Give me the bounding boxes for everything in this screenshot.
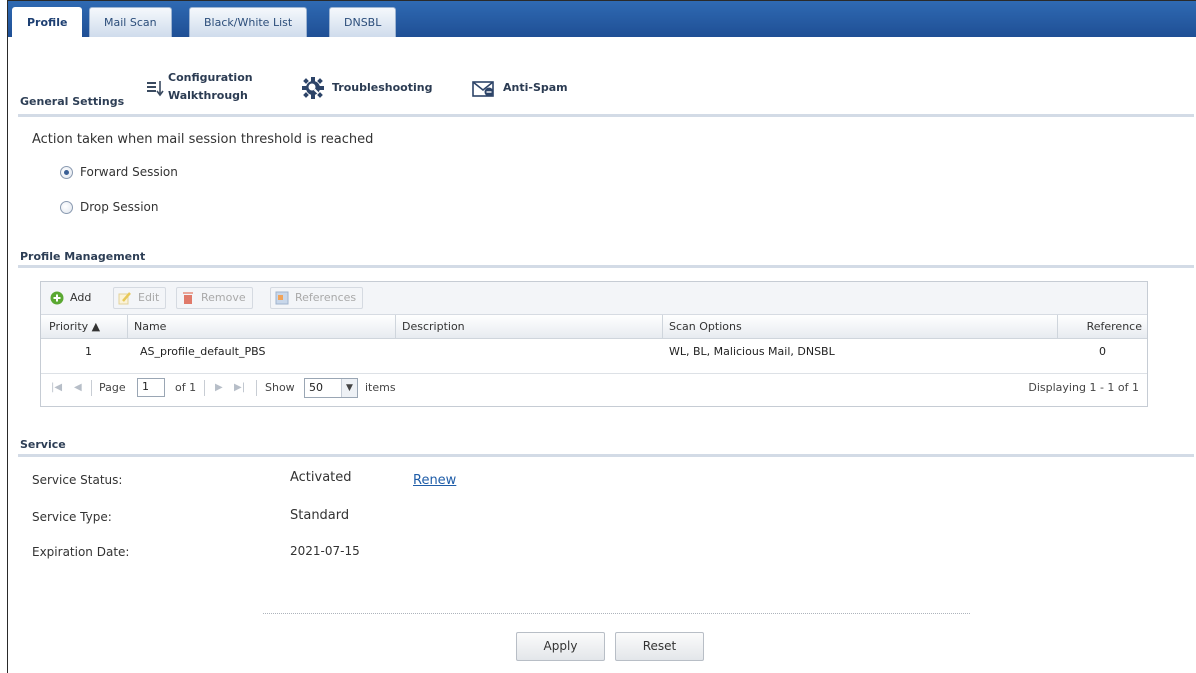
remove-button[interactable]: Remove	[176, 287, 253, 309]
app-frame: Profile Mail Scan Black/White List DNSBL…	[7, 0, 1196, 673]
gear-icon	[302, 77, 324, 99]
chevron-down-icon: ▼	[341, 379, 357, 397]
expiration-date-label: Expiration Date:	[32, 545, 130, 559]
expiration-date-value: 2021-07-15	[290, 544, 360, 558]
cell-scan-options: WL, BL, Malicious Mail, DNSBL	[669, 345, 835, 358]
apply-button[interactable]: Apply	[516, 632, 605, 661]
drop-session-label: Drop Session	[80, 200, 159, 214]
pager-separator	[91, 380, 92, 396]
cell-name: AS_profile_default_PBS	[140, 345, 266, 358]
references-icon	[275, 291, 289, 305]
add-label: Add	[70, 291, 92, 304]
config-label-line2: Walkthrough	[168, 89, 248, 102]
tab-bar: Profile Mail Scan Black/White List DNSBL	[8, 1, 1196, 37]
page-size-select[interactable]: 50 ▼	[304, 378, 358, 398]
service-status-label: Service Status:	[32, 473, 123, 487]
trash-icon	[183, 292, 193, 304]
tab-black-white-list[interactable]: Black/White List	[189, 7, 308, 37]
page-label: Page	[99, 381, 126, 394]
general-settings-title: General Settings	[20, 95, 125, 108]
config-label-line1: Configuration	[168, 71, 253, 84]
profile-grid: Add Edit Remove References Priority ▲ Na…	[40, 281, 1148, 407]
action-description: Action taken when mail session threshold…	[32, 132, 374, 147]
edit-button[interactable]: Edit	[113, 287, 167, 309]
forward-session-option[interactable]: Forward Session	[60, 165, 178, 179]
display-count: Displaying 1 - 1 of 1	[1028, 381, 1139, 394]
troubleshooting-button[interactable]: Troubleshooting	[302, 77, 452, 99]
items-label: items	[365, 381, 396, 394]
page-count-label: of 1	[175, 381, 197, 394]
pager-separator	[256, 380, 257, 396]
edit-icon	[118, 292, 131, 305]
col-reference[interactable]: Reference	[1058, 315, 1148, 339]
drop-session-radio[interactable]	[60, 200, 73, 214]
grid-header: Priority ▲ Name Description Scan Options…	[41, 315, 1147, 339]
tab-mail-scan[interactable]: Mail Scan	[89, 7, 172, 37]
add-button[interactable]: Add	[45, 287, 98, 309]
last-page-icon[interactable]: ▶|	[234, 382, 245, 393]
profile-management-title: Profile Management	[20, 250, 146, 263]
anti-spam-button[interactable]: Anti-Spam	[472, 77, 572, 99]
forward-session-label: Forward Session	[80, 165, 178, 179]
troubleshooting-label: Troubleshooting	[332, 81, 433, 94]
drop-session-option[interactable]: Drop Session	[60, 200, 158, 214]
list-arrow-icon	[147, 81, 164, 97]
cell-priority: 1	[85, 345, 92, 358]
section-divider	[18, 114, 1194, 117]
cell-reference: 0	[1099, 345, 1106, 358]
first-page-icon[interactable]: |◀	[51, 382, 62, 393]
renew-link[interactable]: Renew	[413, 473, 456, 488]
anti-spam-label: Anti-Spam	[503, 81, 568, 94]
service-type-value: Standard	[290, 508, 350, 523]
references-button[interactable]: References	[270, 287, 364, 309]
footer-divider	[263, 613, 970, 614]
col-priority[interactable]: Priority ▲	[41, 315, 128, 339]
edit-label: Edit	[138, 291, 160, 304]
page-size-value: 50	[309, 381, 323, 394]
tab-profile[interactable]: Profile	[12, 7, 83, 37]
table-row[interactable]: 1 AS_profile_default_PBS WL, BL, Malicio…	[41, 340, 1147, 364]
col-description[interactable]: Description	[396, 315, 663, 339]
col-name[interactable]: Name	[128, 315, 396, 339]
references-label: References	[295, 291, 357, 304]
pager-separator	[204, 380, 205, 396]
section-divider	[18, 265, 1194, 268]
service-status-value: Activated	[290, 470, 352, 485]
pagination-bar: |◀ ◀ Page 1 of 1 ▶ ▶| Show 50 ▼ items Di…	[41, 373, 1147, 401]
reset-button[interactable]: Reset	[615, 632, 704, 661]
col-scan-options[interactable]: Scan Options	[663, 315, 1058, 339]
service-type-label: Service Type:	[32, 510, 112, 524]
grid-toolbar: Add Edit Remove References	[41, 282, 1147, 315]
mail-icon	[472, 81, 494, 97]
section-divider	[18, 454, 1194, 457]
prev-page-icon[interactable]: ◀	[74, 382, 82, 393]
service-title: Service	[20, 438, 66, 451]
tab-dnsbl[interactable]: DNSBL	[329, 7, 397, 37]
forward-session-radio[interactable]	[60, 165, 73, 179]
remove-label: Remove	[201, 291, 246, 304]
configuration-walkthrough-button[interactable]: Configuration Walkthrough	[146, 71, 276, 107]
add-icon	[50, 291, 64, 305]
next-page-icon[interactable]: ▶	[215, 382, 223, 393]
show-label: Show	[265, 381, 295, 394]
page-number-input[interactable]: 1	[137, 378, 165, 397]
